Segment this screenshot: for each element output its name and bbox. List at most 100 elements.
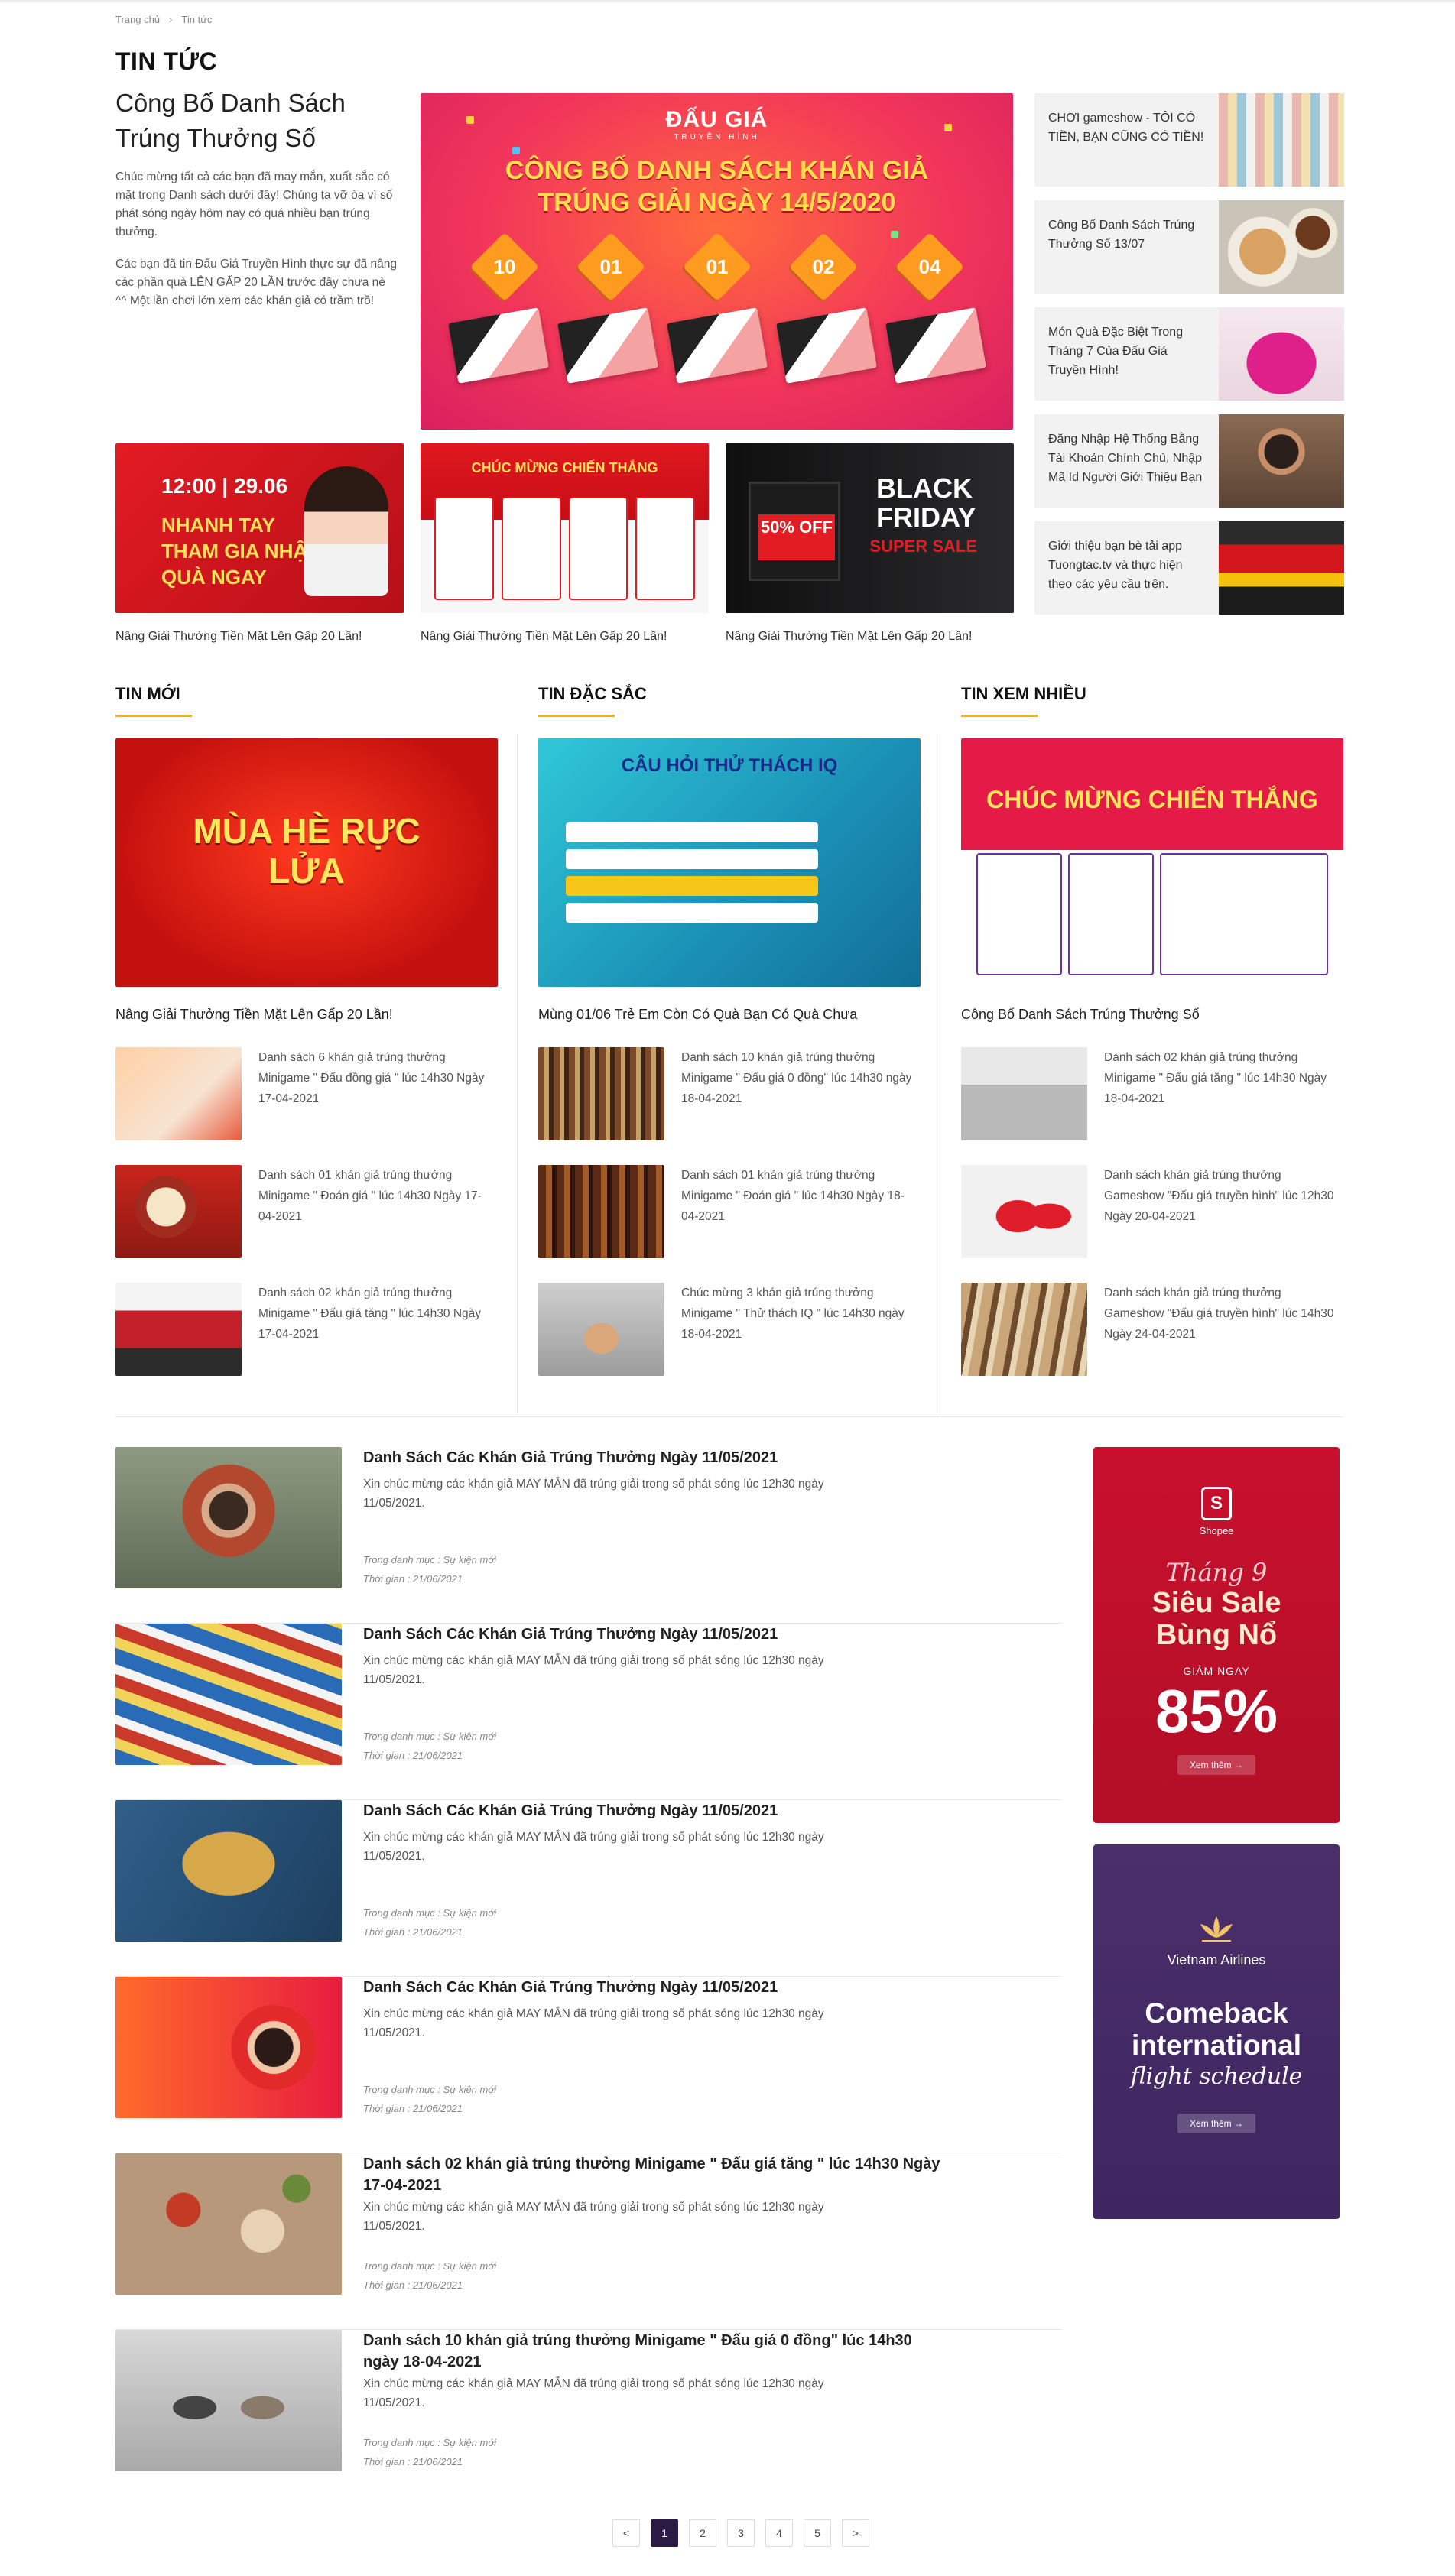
confetti-decoration [891,231,898,238]
mini-banner[interactable]: 50% OFF BLACK FRIDAY SUPER SALE Nâng Giả… [726,443,1014,644]
side-news-title: Đăng Nhập Hệ Thống Bằng Tài Khoản Chính … [1048,433,1203,484]
pagination-page[interactable]: 3 [727,2519,755,2547]
confetti-decoration [512,147,520,154]
post-time: Thời gian : 21/06/2021 [363,1573,463,1585]
post-thumbnail [115,1447,342,1588]
section-big-caption[interactable]: Nâng Giải Thưởng Tiền Mặt Lên Gấp 20 Lần… [115,1007,498,1023]
mini-banner-caption[interactable]: Nâng Giải Thưởng Tiền Mặt Lên Gấp 20 Lần… [421,630,709,644]
mini-banner-text: 12:00 | 29.06 [161,474,288,498]
news-thumbnail [538,1165,664,1258]
ad-more-button[interactable]: Xem thêm → [1177,2114,1256,2133]
post-meta: Trong danh mục : Sự kiện mới Thời gian :… [363,1550,496,1588]
voucher-card-image [666,307,768,384]
ad-more-button[interactable]: Xem thêm → [1177,1755,1256,1775]
hero-tags: 10 01 01 02 04 [451,232,982,302]
side-news-item[interactable]: Món Quà Đặc Biệt Trong Tháng 7 Của Đấu G… [1034,307,1344,401]
post-item[interactable]: Danh Sách Các Khán Giả Trúng Thưởng Ngày… [115,1447,1062,1624]
post-time: Thời gian : 21/06/2021 [363,2456,463,2467]
news-row[interactable]: Danh sách khán giả trúng thưởng Gameshow… [961,1165,1343,1258]
post-item[interactable]: Danh sách 02 khán giả trúng thưởng Minig… [115,2153,1062,2330]
section-big-image[interactable]: MÙA HÈ RỰC LỬA [115,738,498,987]
news-row-text: Danh sách 02 khán giả trúng thưởng Minig… [258,1286,482,1341]
news-row[interactable]: Danh sách 10 khán giả trúng thưởng Minig… [538,1047,921,1140]
side-news-thumbnail [1219,307,1344,401]
post-title[interactable]: Danh Sách Các Khán Giả Trúng Thưởng Ngày… [363,1447,1062,1468]
news-thumbnail [115,1165,242,1258]
breadcrumb-home-link[interactable]: Trang chủ [115,14,160,25]
post-item[interactable]: Danh Sách Các Khán Giả Trúng Thưởng Ngày… [115,1800,1062,1977]
post-body: Danh Sách Các Khán Giả Trúng Thưởng Ngày… [363,1624,1062,1799]
featured-title[interactable]: Công Bố Danh Sách Trúng Thưởng Số [115,86,391,156]
pagination-prev[interactable]: < [612,2519,640,2547]
news-thumbnail [961,1165,1087,1258]
news-row[interactable]: Danh sách khán giả trúng thưởng Gameshow… [961,1283,1343,1376]
post-category: Trong danh mục : Sự kiện mới [363,2084,497,2095]
post-item[interactable]: Danh Sách Các Khán Giả Trúng Thưởng Ngày… [115,1977,1062,2153]
pagination-next[interactable]: > [842,2519,869,2547]
winner-column [568,497,628,600]
mini-banner[interactable]: 12:00 | 29.06 NHANH TAY THAM GIA NHẬN QU… [115,443,404,644]
post-item[interactable]: Danh sách 10 khán giả trúng thưởng Minig… [115,2330,1062,2506]
side-news-title: Giới thiệu bạn bè tải app Tuongtac.tv và… [1048,540,1183,591]
column-divider [517,734,518,1414]
post-title[interactable]: Danh Sách Các Khán Giả Trúng Thưởng Ngày… [363,1800,1062,1822]
post-title[interactable]: Danh sách 10 khán giả trúng thưởng Minig… [363,2330,944,2373]
winner-columns [434,497,695,600]
post-list: Danh Sách Các Khán Giả Trúng Thưởng Ngày… [115,1447,1062,2506]
side-news-title: CHƠI gameshow - TÔI CÓ TIỀN, BẠN CŨNG CÓ… [1048,112,1204,144]
voucher-card-image [885,307,986,384]
shopee-ad[interactable]: S Shopee Tháng 9 Siêu Sale Bùng Nổ GIẢM … [1093,1447,1340,1823]
post-description: Xin chúc mừng các khán giả MAY MẮN đã tr… [363,2007,824,2039]
post-category: Trong danh mục : Sự kiện mới [363,1731,497,1742]
news-row[interactable]: Danh sách 01 khán giả trúng thưởng Minig… [115,1165,498,1258]
post-body: Danh Sách Các Khán Giả Trúng Thưởng Ngày… [363,1447,1062,1623]
post-title[interactable]: Danh sách 02 khán giả trúng thưởng Minig… [363,2153,944,2196]
news-row[interactable]: Danh sách 02 khán giả trúng thưởng Minig… [961,1047,1343,1140]
featured-paragraph: Các bạn đã tin Đấu Giá Truyền Hình thực … [115,258,397,307]
mini-banner[interactable]: CHÚC MỪNG CHIẾN THẮNG Nâng Giải Thưởng T… [421,443,709,644]
hero-tag: 01 [682,232,752,302]
side-news-item[interactable]: Công Bố Danh Sách Trúng Thưởng Số 13/07 [1034,200,1344,294]
section-big-caption[interactable]: Công Bố Danh Sách Trúng Thưởng Số [961,1007,1343,1023]
post-meta: Trong danh mục : Sự kiện mới Thời gian :… [363,2256,496,2295]
post-category: Trong danh mục : Sự kiện mới [363,1907,497,1919]
post-body: Danh Sách Các Khán Giả Trúng Thưởng Ngày… [363,1800,1062,1976]
news-row[interactable]: Danh sách 02 khán giả trúng thưởng Minig… [115,1283,498,1376]
post-title[interactable]: Danh Sách Các Khán Giả Trúng Thưởng Ngày… [363,1624,1062,1645]
winner-column [1160,853,1328,975]
featured-description: Chúc mừng tất cả các bạn đã may mắn, xuấ… [115,168,398,310]
ad-percent: 85% [1155,1677,1278,1745]
ad-line: Comeback international [1131,1997,1302,2061]
hero-tag: 10 [469,232,539,302]
section-divider [115,1416,1343,1417]
side-news-item[interactable]: CHƠI gameshow - TÔI CÓ TIỀN, BẠN CŨNG CÓ… [1034,93,1344,187]
post-item[interactable]: Danh Sách Các Khán Giả Trúng Thưởng Ngày… [115,1624,1062,1800]
post-body: Danh sách 02 khán giả trúng thưởng Minig… [363,2153,1062,2329]
section-big-image[interactable]: CÂU HỎI THỬ THÁCH IQ [538,738,921,987]
pagination-page[interactable]: 1 [651,2519,678,2547]
post-thumbnail [115,1800,342,1942]
mini-banner-caption[interactable]: Nâng Giải Thưởng Tiền Mặt Lên Gấp 20 Lần… [726,630,1014,644]
news-row[interactable]: Danh sách 01 khán giả trúng thưởng Minig… [538,1165,921,1258]
hero-banner[interactable]: ĐẤU GIÁ TRUYỀN HÌNH CÔNG BỐ DANH SÁCH KH… [421,93,1013,430]
section-big-caption[interactable]: Mùng 01/06 Trẻ Em Còn Có Quà Bạn Có Quà … [538,1007,921,1023]
post-title[interactable]: Danh Sách Các Khán Giả Trúng Thưởng Ngày… [363,1977,1062,1998]
side-news-item[interactable]: Đăng Nhập Hệ Thống Bằng Tài Khoản Chính … [1034,414,1344,508]
pagination-page[interactable]: 5 [804,2519,831,2547]
post-thumbnail [115,2153,342,2295]
pagination-page[interactable]: 4 [765,2519,793,2547]
mini-banner-text: CHÚC MỪNG CHIẾN THẮNG [471,460,658,475]
post-category: Trong danh mục : Sự kiện mới [363,2260,497,2272]
mini-banner-caption[interactable]: Nâng Giải Thưởng Tiền Mặt Lên Gấp 20 Lần… [115,630,404,644]
post-body: Danh Sách Các Khán Giả Trúng Thưởng Ngày… [363,1977,1062,2153]
vietnam-airlines-ad[interactable]: Vietnam Airlines Comeback international … [1093,1844,1340,2219]
post-time: Thời gian : 21/06/2021 [363,2103,463,2114]
news-row[interactable]: Danh sách 6 khán giả trúng thưởng Miniga… [115,1047,498,1140]
news-row-text: Danh sách 6 khán giả trúng thưởng Miniga… [258,1051,485,1105]
quiz-option-bar [566,903,818,923]
post-meta: Trong danh mục : Sự kiện mới Thời gian :… [363,2080,496,2118]
pagination-page[interactable]: 2 [689,2519,716,2547]
section-big-image[interactable]: CHÚC MỪNG CHIẾN THẮNG [961,738,1343,987]
side-news-item[interactable]: Giới thiệu bạn bè tải app Tuongtac.tv và… [1034,521,1344,615]
news-row[interactable]: Chúc mừng 3 khán giả trúng thưởng Miniga… [538,1283,921,1376]
